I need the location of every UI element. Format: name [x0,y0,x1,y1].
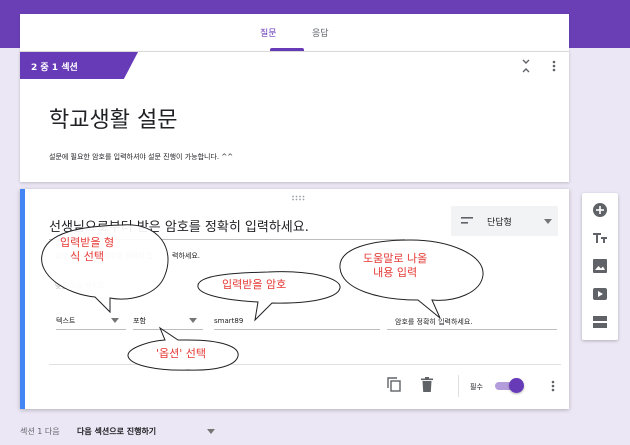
error-text-input[interactable]: 암호를 정확히 입력하세요. [395,317,473,327]
callout-password: 입력받을 암호 [222,278,287,291]
more-vert-icon[interactable] [550,58,558,74]
short-text-icon [461,217,473,224]
chevron-down-icon [111,318,119,323]
question-title[interactable]: 선생님으로부터 받은 암호를 정확히 입력하세요. [49,216,309,235]
active-tab-indicator [270,48,304,51]
form-title[interactable]: 학교생활 설문 [49,102,177,134]
tab-questions[interactable]: 질문 [260,26,277,39]
side-toolbar [582,193,618,340]
add-circle-icon[interactable] [591,201,609,219]
section-icon[interactable] [591,313,609,331]
required-label: 필수 [470,383,483,391]
callout-help-text: 도움말로 나올 내용 입력 [363,252,428,279]
image-icon[interactable] [591,257,609,275]
section-header-card: 2 중 1 섹션 학교생활 설문 설문에 필요한 암호를 입력하셔야 설문 진행… [20,52,569,182]
trash-icon[interactable] [421,377,433,392]
validation-type-underline [56,329,126,330]
callout-type-select: 입력받을 형식 선택 [60,236,115,263]
help-text-tail: 력하세요. [172,252,200,260]
footer-divider [49,364,561,365]
validation-condition-underline [133,329,203,330]
error-text-underline [387,329,557,330]
required-toggle-thumb[interactable] [509,378,524,393]
title-text-icon[interactable] [591,229,609,247]
tabs-bar: 질문 응답 [20,14,569,52]
form-description[interactable]: 설문에 필요한 암호를 입력하셔야 설문 진행이 가능합니다. ^^ [49,152,233,162]
after-section-select[interactable]: 다음 섹션으로 진행하기 [77,426,156,437]
callout-option: '옵션' 선택 [156,347,207,360]
drag-handle-icon[interactable] [291,195,305,201]
question-card[interactable]: 선생님으로부터 받은 암호를 정확히 입력하세요. 단답형 설명 (선택사항) … [20,189,569,409]
copy-icon[interactable] [387,377,401,392]
chevron-down-icon [544,219,552,224]
question-type-select[interactable]: 단답형 [451,206,558,236]
validation-condition-select[interactable]: 포함 [133,316,146,326]
chevron-down-icon [189,318,197,323]
footer-separator [458,375,459,397]
custom-error-hint: 맞춤 오류 텍스트 [55,282,105,290]
validation-value-underline [214,329,380,330]
validation-value-input[interactable]: smart89 [214,317,243,325]
question-type-label: 단답형 [487,218,512,228]
video-icon[interactable] [591,285,609,303]
after-section-label: 섹션 1 다음 [20,427,60,436]
more-vert-icon[interactable] [549,378,557,394]
chevron-down-icon [207,429,215,434]
section-tag-label: 2 중 1 섹션 [31,63,78,73]
tab-responses[interactable]: 응답 [312,26,329,39]
section-tag: 2 중 1 섹션 [20,52,138,79]
validation-type-select[interactable]: 텍스트 [56,316,75,326]
collapse-icon[interactable] [520,58,532,74]
